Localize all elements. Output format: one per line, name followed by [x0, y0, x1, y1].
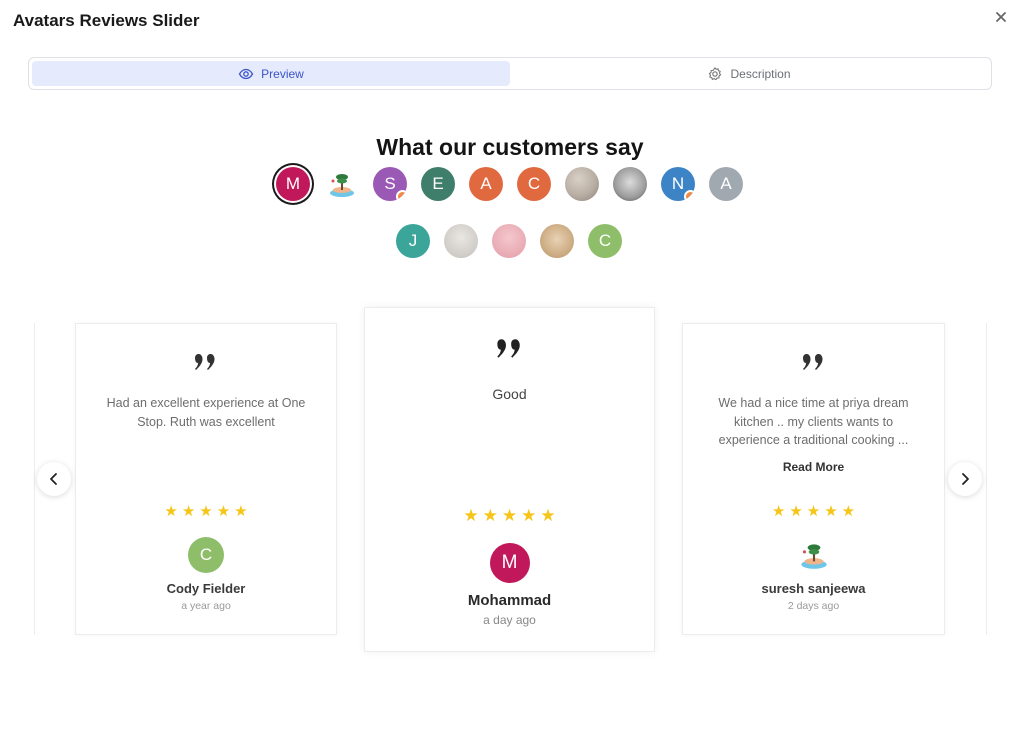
chevron-right-icon — [962, 473, 969, 485]
reviewer-avatar: C — [188, 537, 224, 573]
avatar-reviewer-6[interactable]: C — [517, 167, 551, 201]
badge-icon — [684, 190, 695, 201]
star-icon: ★ — [521, 506, 537, 525]
star-icon: ★ — [771, 503, 786, 520]
star-icon: ★ — [164, 503, 178, 520]
avatar-reviewer-11[interactable]: J — [396, 224, 430, 258]
avatar-reviewer-14[interactable] — [540, 224, 574, 258]
prev-slide-button[interactable] — [37, 462, 71, 496]
section-title: What our customers say — [376, 134, 644, 160]
avatar-initial: M — [501, 552, 518, 573]
star-icon: ★ — [181, 503, 196, 520]
avatar-reviewer-15[interactable]: C — [588, 224, 622, 258]
avatar-initial: N — [671, 174, 685, 193]
star-icon: ★ — [482, 506, 498, 525]
badge-icon — [396, 190, 407, 201]
rating-stars: ★ ★ ★ ★ ★ — [683, 504, 944, 519]
card-edge-left — [34, 323, 35, 635]
avatar-initial: C — [199, 545, 213, 564]
tab-description-label: Description — [730, 66, 791, 81]
next-slide-button[interactable] — [948, 462, 982, 496]
star-icon: ★ — [463, 506, 479, 525]
avatar-initial: E — [432, 174, 444, 193]
star-icon: ★ — [234, 503, 248, 520]
avatar-initial: C — [527, 174, 541, 193]
review-time: a day ago — [483, 613, 536, 627]
star-icon: ★ — [216, 503, 231, 520]
review-time: 2 days ago — [787, 600, 840, 612]
tab-preview[interactable]: Preview — [32, 61, 510, 86]
read-more-link[interactable]: Read More — [683, 460, 944, 474]
avatar-initial: C — [598, 231, 612, 250]
avatar-reviewer-1[interactable]: M — [276, 167, 310, 201]
chevron-left-icon — [50, 473, 57, 485]
quote-icon — [802, 354, 822, 370]
close-icon[interactable] — [992, 8, 1010, 26]
reviewer-avatar — [795, 537, 832, 573]
avatar-initial: S — [384, 174, 396, 193]
avatar-reviewer-2[interactable] — [325, 167, 359, 201]
star-icon: ★ — [806, 503, 821, 520]
avatar-initial: A — [480, 174, 492, 193]
star-icon: ★ — [501, 506, 518, 525]
avatar-reviewer-13[interactable] — [492, 224, 526, 258]
avatar-reviewer-10[interactable]: A — [709, 167, 743, 201]
gear-icon — [709, 66, 722, 80]
avatar-initial: J — [408, 231, 418, 250]
reviewer-name: suresh sanjeewa — [761, 581, 866, 596]
star-icon: ★ — [540, 506, 556, 525]
review-card-left: Had an excellent experience at One Stop.… — [75, 323, 337, 635]
quote-icon — [195, 354, 215, 370]
reviewer-avatar: M — [489, 543, 530, 583]
review-text: Good — [492, 386, 527, 402]
avatar-reviewer-5[interactable]: A — [469, 167, 503, 201]
star-icon: ★ — [789, 503, 803, 520]
review-card-center: Good ★ ★ ★ ★ ★ M Mohammad a day ago — [364, 307, 655, 652]
avatar-reviewer-4[interactable]: E — [421, 167, 455, 201]
review-text: We had a nice time at priya dream kitche… — [718, 396, 909, 447]
reviewer-name: Mohammad — [467, 592, 552, 609]
avatar-reviewer-12[interactable] — [444, 224, 478, 258]
rating-stars: ★ ★ ★ ★ ★ — [76, 504, 336, 519]
eye-icon — [238, 68, 254, 79]
star-icon: ★ — [841, 503, 856, 520]
reviewer-name: Cody Fielder — [166, 581, 246, 596]
avatar-reviewer-7[interactable] — [565, 167, 599, 201]
rating-stars: ★ ★ ★ ★ ★ — [365, 506, 654, 525]
review-text: Had an excellent experience at One Stop.… — [106, 396, 306, 429]
tree-island-illustration-icon — [800, 544, 827, 569]
avatar-reviewer-3[interactable]: S — [373, 167, 407, 201]
card-edge-right — [986, 323, 987, 635]
review-time: a year ago — [181, 600, 231, 612]
quote-icon — [496, 339, 520, 358]
avatar-initial: A — [720, 174, 732, 193]
star-icon: ★ — [824, 503, 838, 520]
avatar-reviewer-8[interactable] — [613, 167, 647, 201]
review-card-right: We had a nice time at priya dream kitche… — [682, 323, 945, 635]
tree-island-illustration-icon — [330, 174, 354, 197]
star-icon: ★ — [199, 503, 213, 520]
tab-preview-label: Preview — [261, 66, 304, 81]
avatar-reviewer-9[interactable]: N — [661, 167, 695, 201]
avatar-initial: M — [285, 174, 301, 193]
tab-bar: Preview Description — [28, 57, 992, 90]
modal-title: Avatars Reviews Slider — [13, 11, 200, 30]
tab-description[interactable]: Description — [510, 61, 988, 86]
